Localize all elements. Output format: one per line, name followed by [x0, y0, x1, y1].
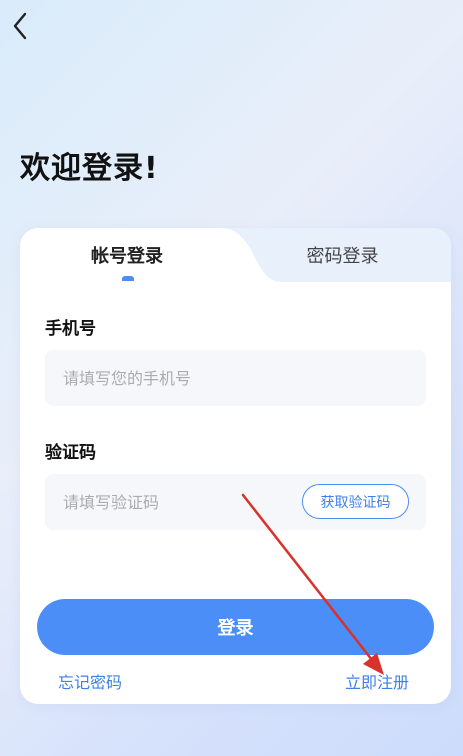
tab-account-login[interactable]: 帐号登录 — [20, 228, 234, 282]
phone-label: 手机号 — [45, 319, 96, 339]
back-button[interactable] — [8, 10, 32, 46]
active-tab-indicator — [122, 276, 134, 281]
login-card: 帐号登录 密码登录 手机号 验证码 获取验证码 登录 忘记密码 立即注册 — [20, 228, 451, 704]
welcome-title: 欢迎登录! — [20, 151, 159, 186]
chevron-left-icon — [12, 11, 28, 45]
code-label: 验证码 — [45, 443, 96, 463]
phone-input[interactable] — [45, 350, 426, 406]
register-link[interactable]: 立即注册 — [345, 669, 409, 693]
forgot-password-link[interactable]: 忘记密码 — [58, 669, 122, 693]
login-button[interactable]: 登录 — [37, 599, 434, 655]
tab-password-login[interactable]: 密码登录 — [234, 228, 451, 282]
get-verification-code-button[interactable]: 获取验证码 — [302, 484, 409, 519]
